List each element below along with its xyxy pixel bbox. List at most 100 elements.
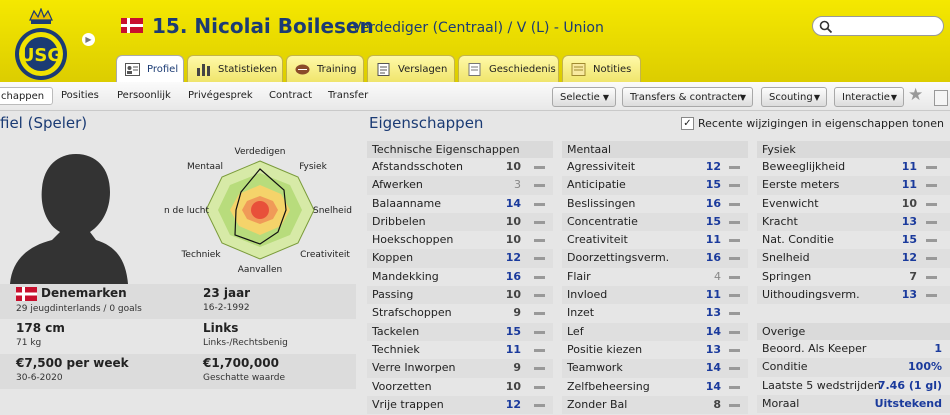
attribute-row[interactable]: Koppen 12 [367,249,553,268]
attribute-row[interactable]: Eerste meters 11 [757,176,950,195]
attribute-row[interactable]: Passing 10 [367,286,553,305]
attribute-value: 10 [505,160,521,173]
attribute-row[interactable]: Teamwork 14 [562,359,748,378]
ball-icon [295,64,310,75]
interactie-dropdown[interactable]: Interactie ▼ [834,87,904,107]
tab-notities[interactable]: Notities [562,55,641,83]
attribute-row[interactable]: Springen 7 [757,268,950,286]
attribute-row[interactable]: Evenwicht 10 [757,195,950,213]
sub-navigation-bar: chappen Posities Persoonlijk Privégespre… [0,82,950,111]
tab-label: Profiel [147,64,179,75]
selectie-dropdown[interactable]: Selectie ▼ [552,87,616,107]
attribute-value: 12 [505,251,521,265]
player-position-club[interactable]: Verdediger (Centraal) / V (L) - Union [352,20,604,36]
attribute-row[interactable]: Techniek 11 [367,341,553,359]
tab-label: Notities [593,64,632,75]
attribute-row[interactable]: Anticipatie 15 [562,176,748,195]
attribute-name: Beoord. Als Keeper [762,342,867,355]
radar-label-snelheid: Snelheid [313,206,352,216]
attribute-row[interactable]: Mandekking 16 [367,268,553,286]
attribute-name: Eerste meters [762,178,840,192]
attribute-row[interactable]: Kracht 13 [757,212,950,232]
attribute-value: 11 [901,160,917,173]
subnav-persoonlijk[interactable]: Persoonlijk [117,90,171,101]
attribute-row[interactable]: Beweeglijkheid 11 [757,158,950,176]
attribute-name: Laatste 5 wedstrijden [762,378,881,392]
recent-changes-checkbox[interactable]: ✓ [681,116,694,130]
attribute-row[interactable]: Tackelen 15 [367,322,553,341]
tab-verslagen[interactable]: Verslagen [367,55,455,83]
attribute-value: 13 [901,214,917,228]
scouting-dropdown[interactable]: Scouting ▼ [761,87,827,107]
change-indicator-icon [729,312,740,316]
attribute-value: 11 [705,288,721,302]
change-indicator-icon [729,275,740,279]
attribute-row[interactable]: Concentratie 15 [562,212,748,232]
attribute-row[interactable]: Beslissingen 16 [562,195,748,213]
attribute-value: 12 [505,397,521,411]
add-note-icon[interactable] [934,90,948,106]
attribute-name: Strafschoppen [372,306,452,320]
attribute-value: 10 [505,379,521,393]
attribute-row[interactable]: Afwerken 3 [367,176,553,195]
attribute-row[interactable]: Strafschoppen 9 [367,304,553,322]
tab-geschiedenis[interactable]: Geschiedenis [458,55,559,83]
attribute-row[interactable]: Creativiteit 11 [562,231,748,249]
attribute-row[interactable]: Balaanname 14 [367,195,553,213]
club-info-icon[interactable]: ▶ [82,33,95,46]
subnav-contract[interactable]: Contract [269,90,312,101]
attribute-row[interactable]: Verre Inworpen 9 [367,359,553,378]
attribute-row[interactable]: Inzet 13 [562,304,748,322]
attribute-row[interactable]: Invloed 11 [562,286,748,305]
subnav-posities[interactable]: Posities [61,90,99,101]
attribute-value: 11 [901,178,917,192]
transfers-contracten-dropdown[interactable]: Transfers & contracten ▼ [622,87,753,107]
value-label: Geschatte waarde [203,373,286,383]
search-input[interactable] [812,16,944,36]
star-icon[interactable]: ★ [908,85,923,105]
subnav-transfer[interactable]: Transfer [328,90,368,101]
change-indicator-icon [926,257,937,261]
attribute-row[interactable]: Conditie 100% [757,358,950,377]
change-indicator-icon [926,275,937,279]
attribute-row[interactable]: Uithoudingsverm. 13 [757,286,950,305]
club-crest-logo[interactable]: USG [4,8,78,82]
attribute-row[interactable]: Beoord. Als Keeper 1 [757,340,950,358]
attribute-row[interactable]: Vrije trappen 12 [367,395,553,415]
international-caps: 29 jeugdinterlands / 0 goals [16,303,142,314]
player-wage[interactable]: €7,500 per week [16,356,166,370]
attribute-row[interactable]: Lef 14 [562,322,748,341]
attribute-name: Conditie [762,360,808,374]
technical-attributes-column: Technische Eigenschappen Afstandsschoten 1… [367,141,553,415]
tab-profiel[interactable]: Profiel [116,55,184,84]
attribute-row[interactable]: Afstandsschoten 10 [367,158,553,176]
recent-changes-toggle[interactable]: ✓ Recente wijzigingen in eigenschappen to… [681,116,944,132]
attribute-name: Concentratie [567,214,638,228]
tab-training[interactable]: Training [286,55,364,83]
chevron-down-icon: ▼ [739,93,746,102]
attribute-row[interactable]: Agressiviteit 12 [562,158,748,176]
profile-card-icon [125,63,140,76]
tab-statistieken[interactable]: Statistieken [187,55,283,83]
attribute-row[interactable]: Snelheid 12 [757,249,950,268]
change-indicator-icon [534,385,545,389]
subnav-eigenschappen[interactable]: chappen [0,87,54,105]
attribute-row[interactable]: Zelfbeheersing 14 [562,378,748,396]
radar-label-mentaal: Mentaal [187,162,223,172]
subnav-privegesprek[interactable]: Privégesprek [188,90,253,101]
attribute-row[interactable]: Voorzetten 10 [367,378,553,396]
attribute-row[interactable]: Hoekschoppen 10 [367,231,553,249]
attribute-row[interactable]: Zonder Bal 8 [562,395,748,415]
attribute-row[interactable]: Positie kiezen 13 [562,341,748,359]
attribute-row[interactable]: Flair 4 [562,268,748,286]
attribute-row[interactable]: Dribbelen 10 [367,212,553,232]
attribute-value: 7 [909,269,917,283]
nationality[interactable]: Denemarken [41,286,127,300]
attribute-row[interactable]: Nat. Conditie 15 [757,231,950,249]
attribute-row[interactable]: Doorzettingsverm. 16 [562,249,748,268]
change-indicator-icon [729,367,740,371]
attribute-row[interactable]: Laatste 5 wedstrijden 7.46 (1 gl) [757,377,950,395]
attribute-row[interactable]: Moraal Uitstekend [757,394,950,414]
attribute-name: Kracht [762,214,798,228]
attribute-name: Zelfbeheersing [567,379,650,393]
